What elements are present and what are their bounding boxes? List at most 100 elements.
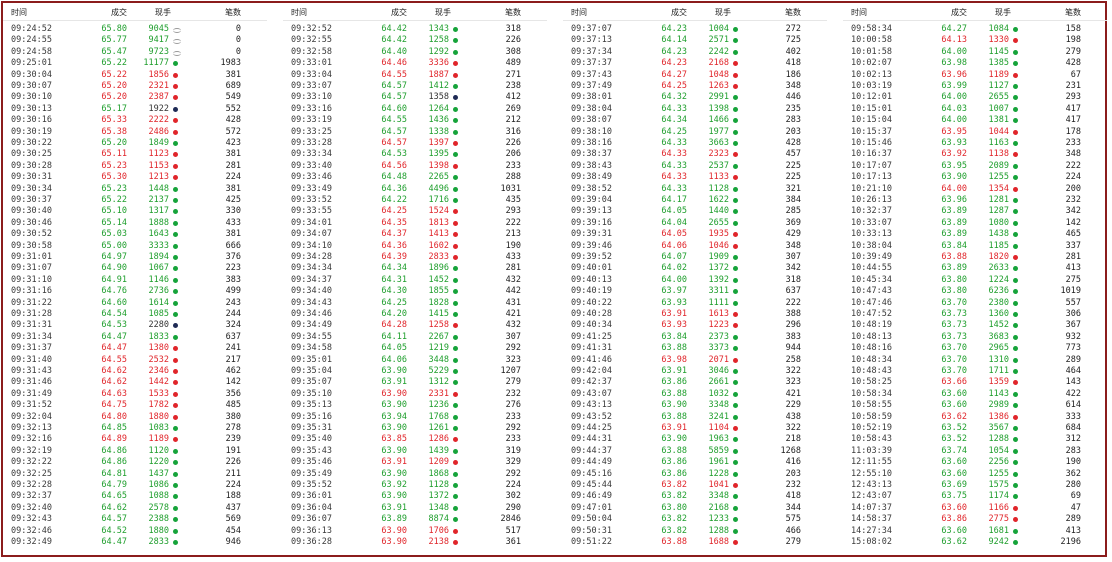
sell-dot-icon [733,129,738,135]
sell-dot-icon [1013,448,1018,454]
buy-dot-icon [1013,505,1018,511]
buy-dot-icon [453,72,458,78]
buy-dot-icon [453,460,458,466]
sell-dot-icon [173,540,178,545]
sell-dot-icon [1013,49,1018,55]
buy-dot-icon [733,312,738,317]
buy-dot-icon [173,391,178,397]
sell-dot-icon [453,175,458,181]
sell-dot-icon [1013,175,1018,181]
sell-dot-icon [453,49,458,55]
buy-dot-icon [733,175,738,181]
sell-dot-icon [453,84,458,89]
sell-dot-icon [1013,437,1018,443]
buy-dot-icon [453,255,458,260]
sell-dot-icon [733,38,738,44]
sell-dot-icon [453,494,458,500]
sell-dot-icon [1013,357,1018,363]
table-row[interactable]: 09:32:49 64.47 2833 946 [3,536,273,549]
sell-dot-icon [733,220,738,226]
sell-dot-icon [173,255,178,260]
buy-dot-icon [453,323,458,329]
sell-dot-icon [1013,483,1018,488]
sell-dot-icon [173,289,178,295]
tick-table-3: 时间 成交 现手 笔数 09:37:07 64.23 1004 272 09:37:13 64.1… [563,3,833,555]
sell-dot-icon [1013,426,1018,431]
header-volume: 现手 [715,8,731,17]
sell-dot-icon [733,186,738,192]
sell-dot-icon [733,437,738,443]
sell-dot-icon [1013,289,1018,295]
buy-dot-icon [453,220,458,226]
sell-dot-icon [733,163,738,169]
sell-dot-icon [173,528,178,534]
neutral-dot-icon [453,95,458,101]
sell-dot-icon [1013,312,1018,317]
header-count: 笔数 [1065,8,1081,17]
buy-dot-icon [1013,72,1018,78]
header-divider [843,20,1107,21]
sell-dot-icon [173,61,178,67]
sell-dot-icon [453,448,458,454]
buy-dot-icon [173,380,178,386]
sell-dot-icon [453,106,458,112]
header-volume: 现手 [435,8,451,17]
count-cell: 2196 [1060,537,1081,547]
sell-dot-icon [1013,95,1018,101]
buy-dot-icon [173,369,178,374]
sell-dot-icon [1013,323,1018,329]
header-price: 成交 [951,8,967,17]
buy-dot-icon [1013,414,1018,420]
sell-dot-icon [733,255,738,260]
header-divider [563,20,827,21]
buy-dot-icon [173,84,178,89]
table-row[interactable]: 09:36:28 63.90 2138 361 [283,536,553,549]
count-cell: 946 [225,537,241,547]
header-count: 笔数 [785,8,801,17]
buy-dot-icon [173,72,178,78]
header-count: 笔数 [225,8,241,17]
volume-cell: 2833 [148,537,169,547]
sell-dot-icon [733,403,738,409]
buy-dot-icon [1013,517,1018,523]
sell-dot-icon [173,141,178,146]
header-price: 成交 [671,8,687,17]
buy-dot-icon [1013,152,1018,158]
table-row[interactable]: 15:08:02 63.62 9242 2196 [843,536,1112,549]
buy-dot-icon [733,72,738,78]
buy-dot-icon [453,232,458,238]
sell-dot-icon [453,27,458,32]
sell-dot-icon [173,494,178,500]
sell-dot-icon [1013,346,1018,352]
table-row[interactable]: 09:51:22 63.88 1688 279 [563,536,833,549]
buy-dot-icon [1013,255,1018,260]
sell-dot-icon [453,346,458,352]
neutral-arrow-icon [173,39,181,45]
sell-dot-icon [1013,460,1018,466]
tick-table-2: 时间 成交 现手 笔数 09:32:52 64.42 1343 318 09:32:55 64.4… [283,3,553,555]
sell-dot-icon [173,209,178,215]
count-cell: 279 [785,537,801,547]
time-cell: 09:51:22 [571,537,612,547]
buy-dot-icon [173,129,178,135]
neutral-dot-icon [173,323,178,329]
buy-dot-icon [173,357,178,363]
sell-dot-icon [733,380,738,386]
sell-dot-icon [733,289,738,295]
sell-dot-icon [173,186,178,192]
sell-dot-icon [453,277,458,283]
sell-dot-icon [733,141,738,146]
count-cell: 361 [505,537,521,547]
buy-dot-icon [173,346,178,352]
sell-dot-icon [453,380,458,386]
sell-dot-icon [173,334,178,340]
sell-dot-icon [453,129,458,135]
sell-dot-icon [1013,84,1018,89]
sell-dot-icon [1013,540,1018,545]
sell-dot-icon [453,426,458,431]
time-cell: 15:08:02 [851,537,892,547]
sell-dot-icon [173,517,178,523]
sell-dot-icon [453,118,458,124]
sell-dot-icon [733,106,738,112]
tick-table-4: 时间 成交 现手 笔数 09:58:34 64.27 1084 158 10:00:58 64.1… [843,3,1112,555]
